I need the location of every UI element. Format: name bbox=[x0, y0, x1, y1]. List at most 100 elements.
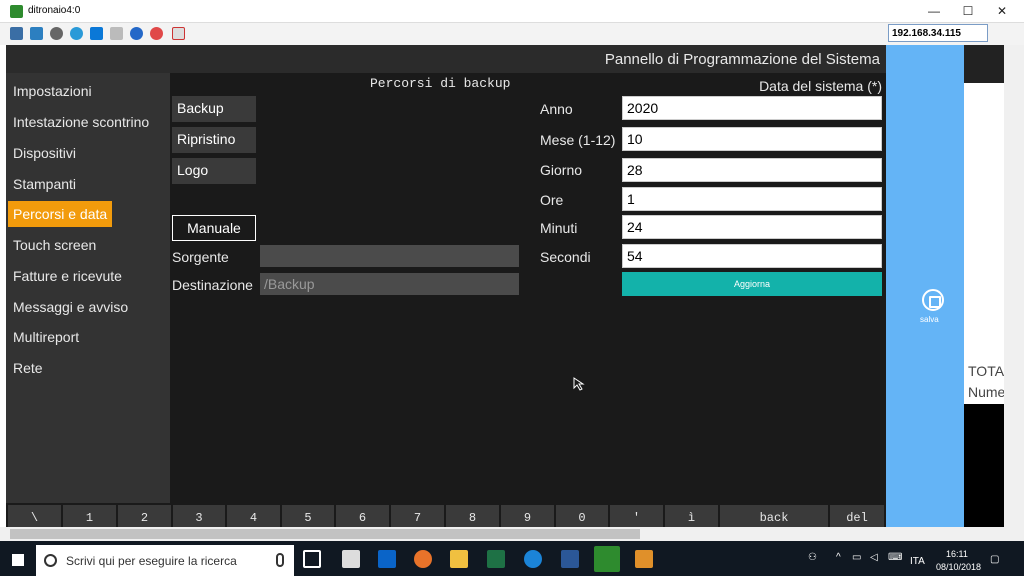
notification-icon[interactable]: ▢ bbox=[990, 554, 999, 565]
transfer-icon[interactable] bbox=[172, 27, 185, 40]
search-placeholder: Scrivi qui per eseguire la ricerca bbox=[66, 554, 237, 568]
fullscreen-icon[interactable] bbox=[30, 27, 43, 40]
sidebar-item-multireport[interactable]: Multireport bbox=[8, 324, 84, 350]
key-9[interactable]: 9 bbox=[501, 505, 554, 527]
sidebar-item-rete[interactable]: Rete bbox=[8, 355, 48, 381]
microphone-icon[interactable] bbox=[276, 553, 284, 567]
minimize-button[interactable]: — bbox=[917, 0, 951, 23]
window-title: ditronaio4:0 bbox=[28, 5, 81, 16]
save-icon[interactable] bbox=[922, 289, 944, 311]
excel-icon[interactable] bbox=[487, 550, 505, 568]
receipt-footer bbox=[964, 404, 1004, 527]
key-1[interactable]: 1 bbox=[63, 505, 116, 527]
horizontal-scrollbar-thumb[interactable] bbox=[10, 529, 640, 539]
settings-icon[interactable] bbox=[50, 27, 63, 40]
destination-label: Destinazione bbox=[172, 277, 253, 293]
sidebar-item-dispositivi[interactable]: Dispositivi bbox=[8, 140, 81, 166]
clock-time[interactable]: 16:11 bbox=[946, 549, 968, 559]
clock-date[interactable]: 08/10/2018 bbox=[936, 562, 981, 572]
sidebar-item-intestazione-scontrino[interactable]: Intestazione scontrino bbox=[8, 109, 154, 135]
key-7[interactable]: 7 bbox=[391, 505, 444, 527]
month-label: Mese (1-12) bbox=[540, 132, 616, 148]
restore-button[interactable]: Ripristino bbox=[172, 127, 256, 153]
manual-button[interactable]: Manuale bbox=[172, 215, 256, 241]
info-icon[interactable] bbox=[130, 27, 143, 40]
page-title: Pannello di Programmazione del Sistema bbox=[604, 51, 880, 68]
key-2[interactable]: 2 bbox=[118, 505, 171, 527]
task-view-icon[interactable] bbox=[303, 550, 321, 568]
paths-heading: Percorsi di backup bbox=[370, 76, 511, 91]
sidebar-item-messaggi-e-avviso[interactable]: Messaggi e avviso bbox=[8, 294, 133, 320]
edge-icon[interactable] bbox=[524, 550, 542, 568]
month-field[interactable] bbox=[622, 127, 882, 151]
number-label: Nume bbox=[968, 384, 1006, 400]
key-4[interactable]: 4 bbox=[227, 505, 280, 527]
start-icon[interactable] bbox=[12, 554, 24, 566]
windows-key-icon[interactable] bbox=[90, 27, 103, 40]
volume-icon[interactable]: ◁ bbox=[870, 552, 878, 563]
day-field[interactable] bbox=[622, 158, 882, 182]
cortana-icon bbox=[44, 554, 57, 567]
minute-label: Minuti bbox=[540, 220, 578, 236]
ip-address-field[interactable] bbox=[888, 24, 988, 42]
key-5[interactable]: 5 bbox=[282, 505, 334, 527]
refresh-icon[interactable] bbox=[70, 27, 83, 40]
system-date-heading: Data del sistema (*) bbox=[759, 78, 882, 94]
sidebar-item-fatture-e-ricevute[interactable]: Fatture e ricevute bbox=[8, 263, 127, 289]
key-i-grave[interactable]: ì bbox=[665, 505, 718, 527]
minute-field[interactable] bbox=[622, 215, 882, 239]
save-label[interactable]: salva bbox=[920, 315, 939, 324]
app-header: Pannello di Programmazione del Sistema bbox=[6, 45, 886, 73]
window-titlebar: ditronaio4:0 — ☐ ✕ bbox=[0, 0, 1024, 23]
tray-chevron-icon[interactable]: ^ bbox=[836, 552, 841, 563]
maximize-button[interactable]: ☐ bbox=[951, 0, 985, 23]
key-6[interactable]: 6 bbox=[336, 505, 389, 527]
second-field[interactable] bbox=[622, 244, 882, 268]
destination-field[interactable] bbox=[260, 273, 519, 295]
year-label: Anno bbox=[540, 101, 573, 117]
key-0[interactable]: 0 bbox=[556, 505, 608, 527]
network-icon[interactable]: ▭ bbox=[852, 552, 861, 563]
mouse-pointer-icon bbox=[573, 377, 585, 391]
source-field[interactable] bbox=[260, 245, 519, 267]
total-label: TOTA bbox=[968, 363, 1005, 379]
update-button[interactable]: Aggiorna bbox=[622, 272, 882, 296]
people-icon[interactable]: ⚇ bbox=[808, 552, 817, 563]
close-button[interactable]: ✕ bbox=[985, 0, 1019, 23]
app-icon-taskbar[interactable] bbox=[635, 550, 653, 568]
key-apostrophe[interactable]: ' bbox=[610, 505, 663, 527]
sidebar-item-touch-screen[interactable]: Touch screen bbox=[8, 232, 101, 258]
hour-field[interactable] bbox=[622, 187, 882, 211]
connection-icon[interactable] bbox=[10, 27, 23, 40]
sidebar-item-stampanti[interactable]: Stampanti bbox=[8, 171, 81, 197]
ctrl-alt-del-icon[interactable] bbox=[110, 27, 123, 40]
disconnect-icon[interactable] bbox=[150, 27, 163, 40]
sidebar-item-percorsi-e-data[interactable]: Percorsi e data bbox=[8, 201, 113, 227]
firefox-icon[interactable] bbox=[414, 550, 432, 568]
key-del[interactable]: del bbox=[830, 505, 884, 527]
receipt-header bbox=[964, 45, 1004, 83]
source-label: Sorgente bbox=[172, 249, 229, 265]
calculator-icon[interactable] bbox=[342, 550, 360, 568]
year-field[interactable] bbox=[622, 96, 882, 120]
day-label: Giorno bbox=[540, 162, 583, 178]
vertical-scrollbar[interactable] bbox=[1004, 45, 1024, 527]
key-back[interactable]: back bbox=[720, 505, 828, 527]
app-icon bbox=[10, 5, 23, 18]
sidebar-item-impostazioni[interactable]: Impostazioni bbox=[8, 78, 97, 104]
backup-button[interactable]: Backup bbox=[172, 96, 256, 122]
language-indicator[interactable]: ITA bbox=[910, 556, 925, 567]
outlook-icon[interactable] bbox=[378, 550, 396, 568]
logo-button[interactable]: Logo bbox=[172, 158, 256, 184]
keyboard-icon[interactable]: ⌨ bbox=[888, 552, 902, 563]
hour-label: Ore bbox=[540, 192, 564, 208]
second-label: Secondi bbox=[540, 249, 591, 265]
word-icon[interactable] bbox=[561, 550, 579, 568]
key-backslash[interactable]: \ bbox=[8, 505, 61, 527]
remote-viewer-icon[interactable] bbox=[594, 546, 620, 572]
right-panel bbox=[886, 45, 964, 527]
key-3[interactable]: 3 bbox=[173, 505, 225, 527]
taskbar-search[interactable]: Scrivi qui per eseguire la ricerca bbox=[36, 545, 294, 576]
key-8[interactable]: 8 bbox=[446, 505, 499, 527]
file-explorer-icon[interactable] bbox=[450, 550, 468, 568]
